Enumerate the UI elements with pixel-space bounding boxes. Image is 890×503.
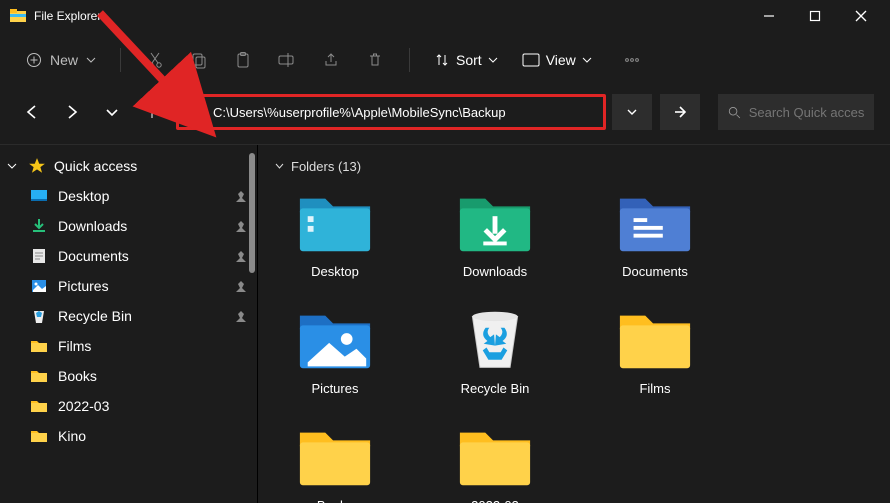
star-icon [28,157,46,175]
new-label: New [50,52,78,68]
pin-icon [235,250,247,262]
sidebar-item-pictures[interactable]: Pictures [0,271,257,301]
chevron-down-icon [6,160,20,172]
folder-films[interactable]: Films [600,307,710,396]
sidebar-item-recycle-bin[interactable]: Recycle Bin [0,301,257,331]
sidebar-item-films[interactable]: Films [0,331,257,361]
quick-access-header[interactable]: Quick access [0,151,257,181]
recycle-bin-icon [456,307,534,373]
view-label: View [546,52,576,68]
pictures-icon [30,277,48,295]
sidebar-item-downloads[interactable]: Downloads [0,211,257,241]
pin-icon [235,310,247,322]
toolbar-divider [120,48,121,72]
pin-icon [235,280,247,292]
folder-downloads[interactable]: Downloads [440,190,550,279]
sort-button[interactable]: Sort [424,48,508,72]
folder-documents[interactable]: Documents [600,190,710,279]
scrollbar-thumb[interactable] [249,153,255,273]
search-box[interactable] [718,94,874,130]
pictures-folder-icon [296,307,374,373]
navigation-pane[interactable]: Quick access Desktop Downloads Documents… [0,145,258,503]
sidebar-item-books[interactable]: Books [0,361,257,391]
address-history-button[interactable] [612,94,652,130]
copy-button[interactable] [179,42,219,78]
view-button[interactable]: View [512,48,602,72]
address-text: C:\Users\%userprofile%\Apple\MobileSync\… [213,105,506,120]
folder-desktop[interactable]: Desktop [280,190,390,279]
chevron-down-icon [582,55,592,65]
back-button[interactable] [16,96,48,128]
recent-locations-button[interactable] [96,96,128,128]
search-input[interactable] [749,105,864,120]
folder-icon [296,424,374,490]
folder-pictures[interactable]: Pictures [280,307,390,396]
quick-access-label: Quick access [54,158,137,174]
sidebar-item-documents[interactable]: Documents [0,241,257,271]
recycle-bin-icon [30,307,48,325]
rename-button[interactable] [267,42,307,78]
document-icon [30,247,48,265]
folder-books[interactable]: Books [280,424,390,503]
titlebar: File Explorer [0,0,890,32]
folder-icon [616,307,694,373]
toolbar-divider [409,48,410,72]
sidebar-item-desktop[interactable]: Desktop [0,181,257,211]
window-title: File Explorer [34,9,101,23]
cut-button[interactable] [135,42,175,78]
chevron-down-icon [274,161,285,172]
folders-section-header[interactable]: Folders (13) [274,159,878,174]
downloads-folder-icon [456,190,534,256]
command-toolbar: New Sort View [0,32,890,88]
share-button[interactable] [311,42,351,78]
documents-folder-icon [616,190,694,256]
folder-icon [30,337,48,355]
desktop-icon [30,187,48,205]
star-icon [187,104,203,120]
new-button[interactable]: New [16,46,106,74]
search-icon [728,105,741,120]
download-icon [30,217,48,235]
navigation-bar: C:\Users\%userprofile%\Apple\MobileSync\… [0,88,890,144]
folder-icon [30,367,48,385]
plus-circle-icon [26,52,42,68]
up-button[interactable] [136,96,168,128]
maximize-button[interactable] [792,0,838,32]
content-pane[interactable]: Folders (13) Desktop Downloads [258,145,890,503]
chevron-down-icon [488,55,498,65]
file-explorer-icon [10,8,26,24]
pin-icon [235,220,247,232]
folder-2022-03[interactable]: 2022-03 [440,424,550,503]
folder-icon [30,397,48,415]
pin-icon [235,190,247,202]
sort-label: Sort [456,52,482,68]
go-button[interactable] [660,94,700,130]
delete-button[interactable] [355,42,395,78]
sort-icon [434,52,450,68]
forward-button[interactable] [56,96,88,128]
close-button[interactable] [838,0,884,32]
sidebar-item-2022-03[interactable]: 2022-03 [0,391,257,421]
view-icon [522,53,540,67]
minimize-button[interactable] [746,0,792,32]
more-button[interactable] [612,42,652,78]
paste-button[interactable] [223,42,263,78]
folder-recycle-bin[interactable]: Recycle Bin [440,307,550,396]
address-input[interactable]: C:\Users\%userprofile%\Apple\MobileSync\… [176,94,606,130]
folder-icon [30,427,48,445]
sidebar-item-kino[interactable]: Kino [0,421,257,451]
chevron-down-icon [86,55,96,65]
folder-icon [456,424,534,490]
desktop-folder-icon [296,190,374,256]
